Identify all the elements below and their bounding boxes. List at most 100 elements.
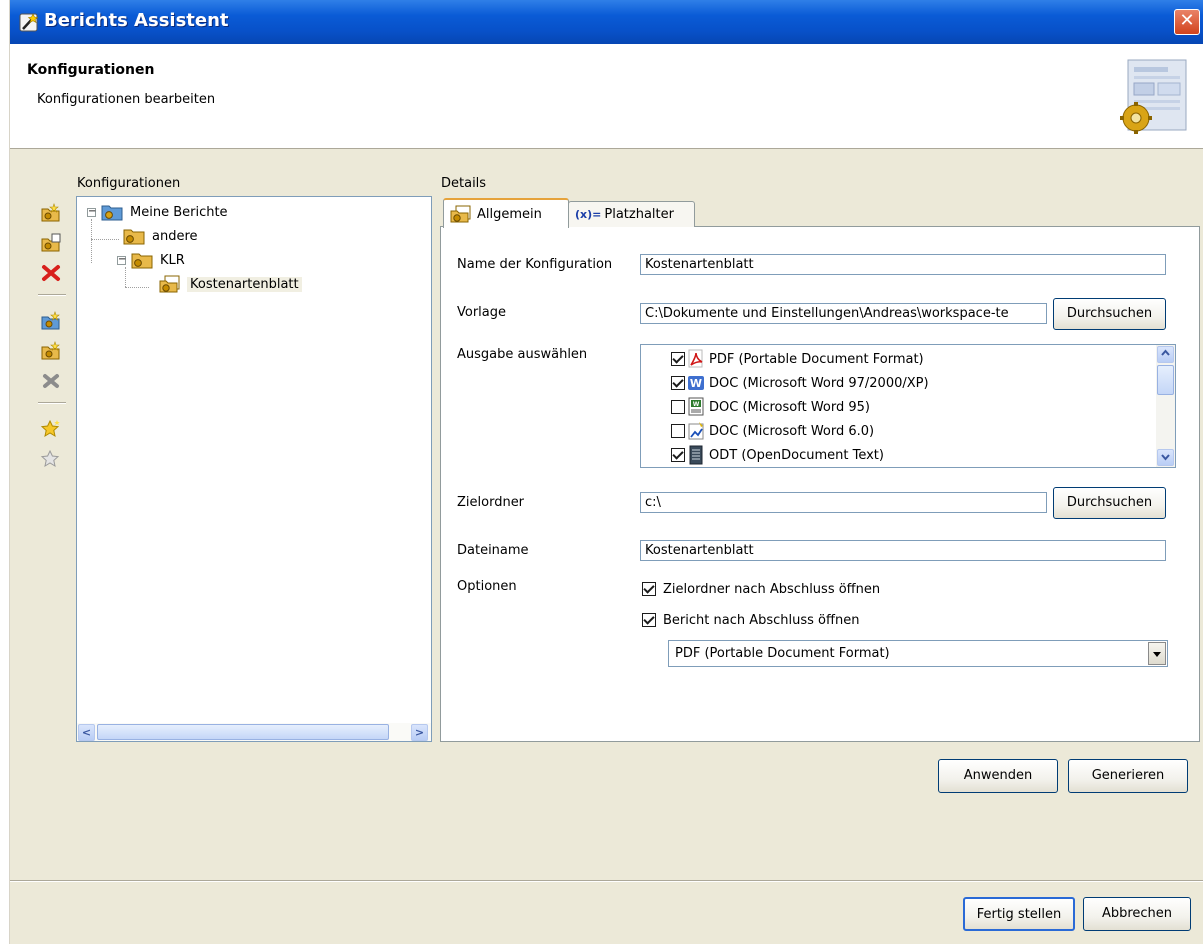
svg-text:W: W <box>693 401 700 408</box>
delete-folder-icon <box>43 374 59 388</box>
tree-guide-line <box>125 267 126 287</box>
tree-guide-line <box>91 239 119 240</box>
new-folder-button[interactable] <box>36 308 66 334</box>
delete-report-button[interactable] <box>36 260 66 286</box>
template-path-field[interactable]: C:\Dokumente und Einstellungen\Andreas\w… <box>640 303 1047 324</box>
tree-node-klr[interactable]: KLR <box>131 249 188 271</box>
wizard-wand-icon <box>19 13 39 32</box>
report-folder-icon <box>131 253 153 269</box>
delete-folder-button[interactable] <box>36 368 66 394</box>
word95-icon: W <box>688 397 704 416</box>
option-open-folder[interactable]: Zielordner nach Abschluss öffnen <box>642 578 880 600</box>
template-label: Vorlage <box>457 305 507 320</box>
scroll-down-button[interactable] <box>1157 449 1174 466</box>
template-browse-button[interactable]: Durchsuchen <box>1053 298 1166 330</box>
word6-icon <box>688 422 704 440</box>
tree-node-root[interactable]: Meine Berichte <box>101 201 231 223</box>
name-label: Name der Konfiguration <box>457 257 613 272</box>
tree-node-label: Kostenartenblatt <box>187 276 302 292</box>
target-folder-field[interactable]: c:\ <box>640 492 1047 513</box>
odt-icon <box>689 445 703 465</box>
output-item-label: DOC (Microsoft Word 95) <box>709 399 870 415</box>
output-item-label: ODT (OpenDocument Text) <box>709 447 884 463</box>
svg-text:W: W <box>690 377 702 390</box>
output-format-list[interactable]: PDF (Portable Document Format) W DOC (Mi… <box>640 344 1176 468</box>
window-title: Berichts Assistent <box>44 10 229 31</box>
tab-platzhalter[interactable]: (x)= Platzhalter <box>568 201 695 227</box>
output-item-odt[interactable]: ODT (OpenDocument Text) <box>671 443 884 467</box>
dropdown-arrow-icon[interactable] <box>1148 642 1166 665</box>
favorite-add-icon <box>40 419 60 438</box>
generate-button[interactable]: Generieren <box>1068 759 1188 793</box>
target-browse-button[interactable]: Durchsuchen <box>1053 487 1166 519</box>
scroll-thumb[interactable] <box>1157 365 1174 395</box>
favorite-remove-icon <box>40 449 60 468</box>
new-subfolder-button[interactable] <box>36 338 66 364</box>
pdf-icon <box>688 349 703 368</box>
tree-expander-root[interactable]: − <box>87 207 96 217</box>
title-bar[interactable]: Berichts Assistent ✕ <box>10 0 1203 44</box>
tab-label: Allgemein <box>477 206 542 222</box>
scroll-right-button[interactable]: > <box>411 724 428 741</box>
output-checkbox[interactable] <box>671 424 685 438</box>
favorite-add-button[interactable] <box>36 416 66 442</box>
output-item-pdf[interactable]: PDF (Portable Document Format) <box>671 347 924 371</box>
output-item-doc97[interactable]: W DOC (Microsoft Word 97/2000/XP) <box>671 371 929 395</box>
cancel-button[interactable]: Abbrechen <box>1083 897 1191 931</box>
page-title: Konfigurationen <box>27 62 155 78</box>
finish-button[interactable]: Fertig stellen <box>963 897 1075 931</box>
output-item-label: DOC (Microsoft Word 97/2000/XP) <box>709 375 929 391</box>
option-label: Bericht nach Abschluss öffnen <box>663 612 860 628</box>
report-settings-icon <box>1120 59 1187 134</box>
apply-button[interactable]: Anwenden <box>938 759 1058 793</box>
scroll-left-button[interactable]: < <box>78 724 95 741</box>
configurations-section-label: Konfigurationen <box>77 176 181 191</box>
tree-node-andere[interactable]: andere <box>123 225 201 247</box>
open-format-select[interactable]: PDF (Portable Document Format) <box>668 640 1168 667</box>
report-config-icon <box>159 275 180 293</box>
tree-guide-line <box>125 287 149 288</box>
option-checkbox[interactable] <box>642 582 656 596</box>
toolbar-divider <box>38 294 66 296</box>
tab-label: Platzhalter <box>604 207 674 222</box>
new-folder-icon <box>41 311 60 330</box>
left-background-edge <box>0 0 10 944</box>
copy-report-icon <box>41 233 61 252</box>
copy-report-button[interactable] <box>36 230 66 256</box>
word-icon: W <box>688 376 704 390</box>
output-checkbox[interactable] <box>671 400 685 414</box>
wizard-window: Berichts Assistent ✕ Konfigurationen Kon… <box>10 0 1203 944</box>
option-checkbox[interactable] <box>642 613 656 627</box>
favorite-remove-button[interactable] <box>36 446 66 472</box>
chevron-down-icon <box>1161 454 1170 461</box>
new-report-button[interactable] <box>36 200 66 226</box>
output-item-doc95[interactable]: W DOC (Microsoft Word 95) <box>671 395 870 419</box>
chevron-up-icon <box>1161 349 1170 356</box>
output-checkbox[interactable] <box>671 352 685 366</box>
target-folder-label: Zielordner <box>457 495 525 510</box>
tree-expander-klr[interactable]: − <box>117 255 126 265</box>
output-list-scrollbar[interactable] <box>1156 345 1175 467</box>
wizard-header: Konfigurationen Konfigurationen bearbeit… <box>10 44 1203 149</box>
option-label: Zielordner nach Abschluss öffnen <box>663 581 881 597</box>
tree-node-label: andere <box>152 228 198 244</box>
delete-report-icon <box>42 265 60 281</box>
name-field[interactable]: Kostenartenblatt <box>640 254 1166 275</box>
output-item-doc6[interactable]: DOC (Microsoft Word 6.0) <box>671 419 874 443</box>
tab-allgemein[interactable]: Allgemein <box>443 198 569 228</box>
output-checkbox[interactable] <box>671 376 685 390</box>
output-checkbox[interactable] <box>671 448 685 462</box>
tree-horizontal-scrollbar[interactable]: < > <box>77 723 431 741</box>
output-label: Ausgabe auswählen <box>457 347 588 362</box>
close-button[interactable]: ✕ <box>1174 9 1200 35</box>
configuration-tree[interactable]: − Meine Berichte andere − KLR Kostenarte… <box>76 196 432 742</box>
page-description: Konfigurationen bearbeiten <box>37 92 216 107</box>
scroll-up-button[interactable] <box>1157 346 1174 363</box>
tree-node-kostenartenblatt[interactable]: Kostenartenblatt <box>159 273 302 295</box>
scroll-thumb[interactable] <box>97 724 389 740</box>
blue-folder-icon <box>101 205 123 221</box>
toolbar-divider <box>38 402 66 404</box>
option-open-report[interactable]: Bericht nach Abschluss öffnen <box>642 609 859 631</box>
filename-field[interactable]: Kostenartenblatt <box>640 540 1166 561</box>
output-item-label: PDF (Portable Document Format) <box>709 351 924 367</box>
